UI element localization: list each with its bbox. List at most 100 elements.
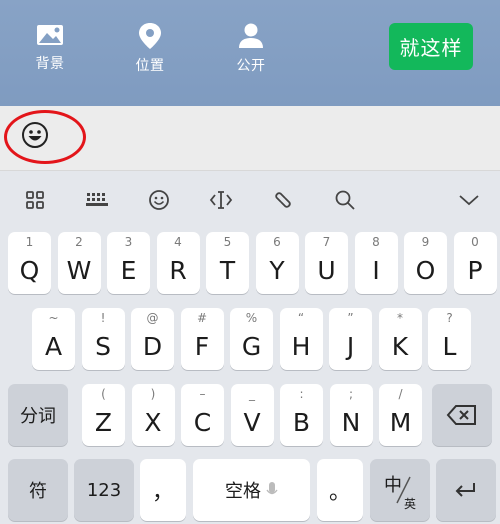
key-hint: % — [245, 311, 258, 325]
comma-key[interactable]: ， — [140, 459, 186, 521]
key-hint: _ — [249, 387, 255, 401]
key-hint: 4 — [174, 235, 182, 249]
key-j[interactable]: ” J — [329, 308, 372, 370]
key-i[interactable]: 8I — [354, 232, 398, 294]
key-letter: L — [442, 332, 457, 361]
highlight-circle — [4, 110, 86, 164]
key-n[interactable]: ; N — [329, 384, 373, 446]
key-hint: – — [199, 387, 206, 401]
key-letter: K — [391, 332, 409, 361]
key-o[interactable]: 9O — [404, 232, 447, 294]
key-hint: 1 — [25, 235, 34, 249]
location-option[interactable]: 位置 — [120, 22, 180, 75]
key-g[interactable]: % G — [230, 308, 273, 370]
key-h[interactable]: “H — [279, 308, 323, 370]
key-e[interactable]: 3E — [107, 232, 150, 294]
key-m[interactable]: / M — [379, 384, 422, 446]
key-d[interactable]: @ D — [131, 308, 174, 370]
key-hint: ? — [446, 311, 453, 325]
key-l[interactable]: ? L — [428, 308, 471, 370]
key-hint: 7 — [322, 235, 331, 249]
key-y[interactable]: 6Y — [255, 232, 299, 294]
key-z[interactable]: (Z — [82, 384, 125, 446]
keyboard-layout-icon[interactable] — [83, 186, 111, 214]
key-hint: : — [299, 387, 304, 401]
key-letter: N — [341, 408, 361, 437]
key-letter: I — [372, 256, 380, 285]
key-letter: H — [291, 332, 311, 361]
key-u[interactable]: 7U — [305, 232, 348, 294]
location-pin-icon — [139, 23, 161, 49]
symbol-key[interactable]: 符 — [8, 459, 68, 521]
segment-key-label: 分词 — [20, 406, 56, 427]
key-p[interactable]: 0P — [453, 232, 497, 294]
emoji-keyboard-icon[interactable] — [145, 186, 173, 214]
key-hint: ; — [348, 387, 354, 401]
period-key-label: 。 — [328, 480, 351, 505]
location-label: 位置 — [135, 58, 165, 74]
language-sub-label: 英 — [404, 497, 417, 511]
key-w[interactable]: 2W — [57, 232, 101, 294]
key-hint: 6 — [273, 235, 281, 249]
key-letter: G — [241, 332, 262, 361]
key-hint: 3 — [124, 235, 133, 249]
key-letter: W — [66, 256, 92, 285]
confirm-button[interactable]: 就这样 — [389, 23, 473, 70]
key-letter: M — [389, 408, 412, 437]
segment-key[interactable]: 分词 — [8, 384, 68, 446]
key-letter: J — [346, 332, 355, 361]
enter-icon — [455, 483, 475, 497]
cursor-control-icon[interactable] — [207, 186, 235, 214]
key-hint: 0 — [471, 235, 479, 249]
key-hint: 9 — [421, 235, 430, 249]
period-key[interactable]: 。 — [317, 459, 363, 521]
key-x[interactable]: ) X — [131, 384, 175, 446]
key-s[interactable]: ! S — [81, 308, 125, 370]
key-hint: ~ — [48, 311, 59, 325]
key-hint: 8 — [372, 235, 380, 249]
key-a[interactable]: ~ A — [32, 308, 75, 370]
key-letter: Q — [19, 256, 40, 285]
key-letter: S — [95, 332, 111, 361]
key-hint: “ — [297, 311, 305, 325]
search-icon[interactable] — [331, 186, 359, 214]
background-option[interactable]: 背景 — [20, 22, 80, 73]
key-hint: / — [398, 387, 403, 401]
background-label: 背景 — [35, 56, 65, 72]
public-option[interactable]: 公开 — [221, 22, 281, 75]
key-letter: F — [194, 332, 210, 361]
backspace-key[interactable] — [432, 384, 492, 446]
key-v[interactable]: _ V — [230, 384, 274, 446]
key-letter: E — [120, 256, 137, 285]
chevron-down-icon[interactable] — [455, 186, 483, 214]
grid-menu-icon[interactable] — [21, 186, 49, 214]
link-icon[interactable] — [269, 186, 297, 214]
key-q[interactable]: 1Q — [8, 232, 51, 294]
symbol-key-label: 符 — [29, 481, 47, 502]
key-letter: R — [169, 256, 187, 285]
key-r[interactable]: 4R — [156, 232, 200, 294]
key-f[interactable]: # F — [180, 308, 224, 370]
key-hint: ( — [101, 387, 106, 401]
microphone-icon — [266, 482, 278, 495]
backspace-icon — [446, 405, 476, 425]
key-c[interactable]: – C — [181, 384, 224, 446]
enter-key[interactable] — [436, 459, 496, 521]
space-key[interactable]: 空格 — [193, 459, 310, 521]
key-letter: V — [243, 408, 261, 437]
language-toggle-key[interactable]: 中 英 — [370, 459, 430, 521]
key-hint: 5 — [223, 235, 232, 249]
public-label: 公开 — [236, 58, 266, 74]
key-letter: O — [415, 256, 436, 285]
key-letter: Z — [94, 408, 113, 437]
key-t[interactable]: 5T — [206, 232, 249, 294]
numbers-key[interactable]: 123 — [74, 459, 134, 521]
key-b[interactable]: :B — [280, 384, 323, 446]
key-hint: @ — [146, 311, 159, 325]
key-k[interactable]: * K — [378, 308, 422, 370]
key-hint: ! — [100, 311, 106, 325]
key-letter: C — [193, 408, 212, 437]
key-letter: T — [219, 256, 236, 285]
key-letter: U — [317, 256, 336, 285]
key-hint: ” — [347, 311, 354, 325]
